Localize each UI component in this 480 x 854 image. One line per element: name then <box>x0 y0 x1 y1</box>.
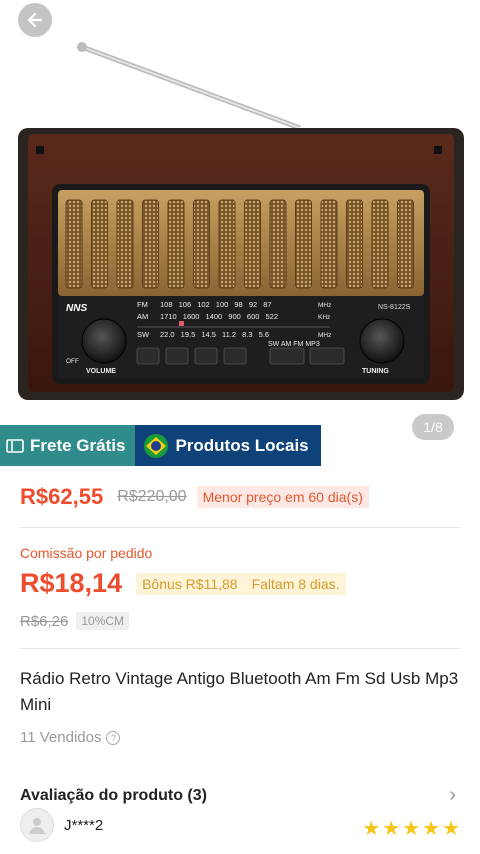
review-item: J****2 <box>20 808 103 842</box>
sw-label: SW <box>137 330 150 339</box>
am-label: AM <box>137 312 148 321</box>
frete-gratis-badge: Frete Grátis <box>0 425 136 466</box>
user-icon <box>29 818 45 834</box>
bonus-amount: Bônus R$11,88 <box>142 575 238 592</box>
brazil-flag-icon <box>144 433 169 458</box>
divider <box>20 648 460 649</box>
fm-label: FM <box>137 300 148 309</box>
ticket-icon <box>6 438 24 453</box>
mode-labels: SW AM FM MP3 <box>268 341 320 348</box>
grille-slat <box>295 199 312 289</box>
arrow-left-icon <box>27 12 43 28</box>
rating-stars: ★ ★ ★ ★ ★ <box>360 816 460 841</box>
commission-label: Comissão por pedido <box>20 545 153 561</box>
sold-count: 11 Vendidos ? <box>20 729 121 746</box>
info-icon[interactable]: ? <box>106 730 121 745</box>
frete-gratis-label: Frete Grátis <box>30 435 126 455</box>
am-scale: 1710 1600 1400 900 600 522 <box>160 312 278 321</box>
reviews-title: Avaliação do produto (3) <box>20 786 207 804</box>
commission-rate-tag: 10%CM <box>76 612 130 630</box>
bonus-remaining: Faltam 8 dias. <box>251 575 340 592</box>
khz-label: KHz <box>318 314 330 321</box>
product-reviews-link[interactable]: Avaliação do produto (3) › <box>20 784 456 807</box>
commission-old-row: R$6,26 10%CM <box>20 612 130 630</box>
grille-slat <box>218 199 236 289</box>
grille-slat <box>320 199 338 289</box>
original-price: R$220,00 <box>117 488 187 505</box>
mhz-label-1: MHz <box>318 302 331 309</box>
brand-logo: NNS <box>66 303 87 314</box>
grille-slat <box>244 199 261 289</box>
produtos-locais-badge: Produtos Locais <box>135 425 321 466</box>
grille-slat <box>193 199 210 289</box>
grille-slat <box>346 199 363 289</box>
image-counter: 1/8 <box>412 414 454 440</box>
produtos-locais-label: Produtos Locais <box>175 435 309 455</box>
fm-scale: 108 106 102 100 98 92 87 <box>160 300 272 309</box>
bonus-tag: Bônus R$11,88 Faltam 8 dias. <box>136 572 346 595</box>
grille-slat <box>116 199 134 289</box>
star-icon: ★ <box>382 818 401 840</box>
grille-slat <box>142 199 159 289</box>
divider <box>20 527 460 528</box>
star-icon: ★ <box>442 818 460 840</box>
product-title: Rádio Retro Vintage Antigo Bluetooth Am … <box>20 669 459 714</box>
grille-slat <box>269 199 287 289</box>
grille-slat <box>91 199 108 289</box>
badge-row: Frete Grátis Produtos Locais <box>0 425 321 466</box>
mhz-label-2: MHz <box>318 332 331 339</box>
star-icon: ★ <box>422 818 441 840</box>
commission-row: R$18,14 Bônus R$11,88 Faltam 8 dias. <box>20 568 346 599</box>
commission-old-value: R$6,26 <box>20 612 69 630</box>
radio-product-image: NNS NS-8122S FM 108 106 102 100 98 92 87… <box>18 42 464 400</box>
grille-slat <box>65 199 83 289</box>
current-price: R$62,55 <box>20 484 104 509</box>
lowest-price-tag: Menor preço em 60 dia(s) <box>196 486 369 508</box>
reviewer-name: J****2 <box>64 816 104 834</box>
model-label: NS-8122S <box>378 304 411 311</box>
grille-slat <box>371 199 389 289</box>
commission-value: R$18,14 <box>20 568 123 598</box>
back-button[interactable] <box>18 3 52 37</box>
chevron-right-icon: › <box>449 784 456 806</box>
price-row: R$62,55 R$220,00 Menor preço em 60 dia(s… <box>20 484 369 510</box>
star-icon: ★ <box>402 818 421 840</box>
sold-count-label: 11 Vendidos <box>20 729 102 746</box>
avatar <box>20 808 54 842</box>
product-image-gallery[interactable]: NNS NS-8122S FM 108 106 102 100 98 92 87… <box>0 0 480 424</box>
sw-scale: 22.0 19.5 14.5 11.2 8.3 5.6 <box>160 330 269 339</box>
volume-label: VOLUME <box>86 368 116 375</box>
product-page: NNS NS-8122S FM 108 106 102 100 98 92 87… <box>0 0 480 854</box>
grille-slat <box>167 199 185 289</box>
off-label: OFF <box>66 358 79 365</box>
tuning-label: TUNING <box>362 368 389 375</box>
grille-slat <box>397 199 414 289</box>
star-icon: ★ <box>362 818 381 840</box>
